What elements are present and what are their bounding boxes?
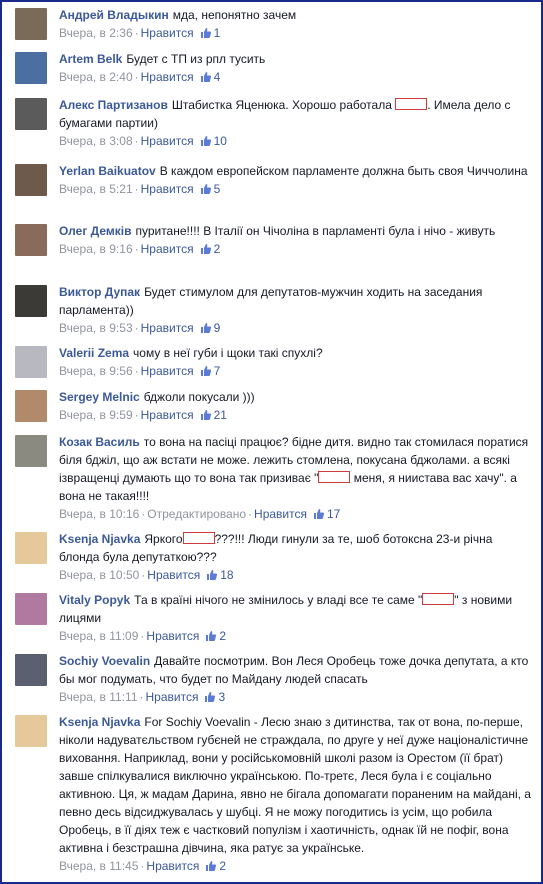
like-count[interactable]: 5 xyxy=(214,182,221,196)
comment-time[interactable]: Вчера, в 11:09 xyxy=(59,629,138,643)
comment-author[interactable]: Андрей Владыкин xyxy=(59,8,169,22)
comment-time[interactable]: Вчера, в 9:56 xyxy=(59,364,133,378)
comment-text: Штабистка Яценюка. Хорошо работала xyxy=(171,98,392,112)
thumbs-up-icon xyxy=(200,410,211,420)
like-button[interactable]: Нравится xyxy=(141,26,194,40)
comment-author[interactable]: Козак Василь xyxy=(59,435,140,449)
like-count[interactable]: 2 xyxy=(214,242,221,256)
comment-time[interactable]: Вчера, в 9:59 xyxy=(59,408,133,422)
comment-author[interactable]: Sergey Melnic xyxy=(59,390,140,404)
comment-time[interactable]: Вчера, в 10:16 xyxy=(59,507,139,521)
like-count[interactable]: 18 xyxy=(220,568,233,582)
comment-time[interactable]: Вчера, в 3:08 xyxy=(59,134,133,148)
redaction-box xyxy=(182,532,215,544)
comments-panel: Андрей Владыкин мда, непонятно зачем Вчер… xyxy=(0,0,543,884)
redaction-box xyxy=(422,593,455,605)
avatar[interactable] xyxy=(15,654,47,686)
thumbs-up-icon xyxy=(314,509,325,519)
like-count[interactable]: 2 xyxy=(219,629,226,643)
redaction-box xyxy=(395,98,428,110)
like-button[interactable]: Нравится xyxy=(146,690,199,704)
thumbs-up-icon xyxy=(200,72,211,82)
comment-author[interactable]: Ksenja Njavka xyxy=(59,532,140,546)
comment-author[interactable]: Sochiy Voevalin xyxy=(59,654,150,668)
avatar[interactable] xyxy=(15,593,47,625)
comment-text: бджоли покусали ))) xyxy=(143,390,255,404)
comment-text: пуритане!!!! В Італії он Чічоліна в парл… xyxy=(135,224,496,238)
avatar[interactable] xyxy=(15,164,47,196)
comment-time[interactable]: Вчера, в 10:50 xyxy=(59,568,139,582)
thumbs-up-icon xyxy=(206,631,217,641)
avatar[interactable] xyxy=(15,435,47,467)
thumbs-up-icon xyxy=(200,184,211,194)
comment-text: В каждом европейском парламенте должна б… xyxy=(159,164,528,178)
thumbs-up-icon xyxy=(200,28,211,38)
comment-author[interactable]: Valerii Zema xyxy=(59,346,129,360)
comment-author[interactable]: Олег Демків xyxy=(59,224,131,238)
like-count[interactable]: 2 xyxy=(219,859,226,873)
like-button[interactable]: Нравится xyxy=(141,242,194,256)
comment-author[interactable]: Виктор Дупак xyxy=(59,285,140,299)
thumbs-up-icon xyxy=(200,136,211,146)
redaction-box xyxy=(318,471,351,483)
comment-author[interactable]: Yerlan Baikuatov xyxy=(59,164,156,178)
like-count[interactable]: 21 xyxy=(214,408,227,422)
comment-time[interactable]: Вчера, в 2:36 xyxy=(59,26,133,40)
comment-author[interactable]: Алекс Партизанов xyxy=(59,98,168,112)
comment-time[interactable]: Вчера, в 11:45 xyxy=(59,859,138,873)
like-button[interactable]: Нравится xyxy=(254,507,307,521)
like-button[interactable]: Нравится xyxy=(141,408,194,422)
like-button[interactable]: Нравится xyxy=(146,859,199,873)
thumbs-up-icon xyxy=(206,861,217,871)
edited-label[interactable]: Отредактировано xyxy=(147,507,246,521)
avatar[interactable] xyxy=(15,98,47,130)
avatar[interactable] xyxy=(15,532,47,564)
comment-text: For Sochiy Voevalin - Лесю знаю з дитинс… xyxy=(59,715,531,855)
like-count[interactable]: 4 xyxy=(214,70,221,84)
comment-author[interactable]: Artem Belk xyxy=(59,52,122,66)
avatar[interactable] xyxy=(15,285,47,317)
like-count[interactable]: 9 xyxy=(214,321,221,335)
comment-text: Будет с ТП из рпл тусить xyxy=(126,52,266,66)
like-button[interactable]: Нравится xyxy=(141,364,194,378)
avatar[interactable] xyxy=(15,8,47,40)
like-button[interactable]: Нравится xyxy=(141,321,194,335)
like-button[interactable]: Нравится xyxy=(141,182,194,196)
avatar[interactable] xyxy=(15,224,47,256)
like-count[interactable]: 7 xyxy=(214,364,221,378)
comment-time[interactable]: Вчера, в 11:11 xyxy=(59,690,138,704)
comment-time[interactable]: Вчера, в 5:21 xyxy=(59,182,133,196)
like-button[interactable]: Нравится xyxy=(141,70,194,84)
like-button[interactable]: Нравится xyxy=(141,134,194,148)
like-button[interactable]: Нравится xyxy=(147,568,200,582)
avatar[interactable] xyxy=(15,346,47,378)
like-button[interactable]: Нравится xyxy=(146,629,199,643)
comment-time[interactable]: Вчера, в 9:16 xyxy=(59,242,133,256)
comment-time[interactable]: Вчера, в 9:53 xyxy=(59,321,133,335)
thumbs-up-icon xyxy=(200,366,211,376)
like-count[interactable]: 10 xyxy=(214,134,227,148)
comment-author[interactable]: Ksenja Njavka xyxy=(59,715,140,729)
thumbs-up-icon xyxy=(205,692,216,702)
comment-text: мда, непонятно зачем xyxy=(172,8,297,22)
comment-text: Яркого xyxy=(144,532,183,546)
comment-text: Та в країні нічого не змінилось у владі … xyxy=(134,593,423,607)
comment-time[interactable]: Вчера, в 2:40 xyxy=(59,70,133,84)
like-count[interactable]: 17 xyxy=(327,507,340,521)
comment-text: чому в неї губи і щоки такі спухлі? xyxy=(133,346,323,360)
thumbs-up-icon xyxy=(200,323,211,333)
like-count[interactable]: 1 xyxy=(214,26,221,40)
like-count[interactable]: 3 xyxy=(218,690,225,704)
avatar[interactable] xyxy=(15,715,47,747)
avatar[interactable] xyxy=(15,390,47,422)
comment-author[interactable]: Vitaly Popyk xyxy=(59,593,130,607)
avatar[interactable] xyxy=(15,52,47,84)
thumbs-up-icon xyxy=(207,570,218,580)
thumbs-up-icon xyxy=(200,244,211,254)
